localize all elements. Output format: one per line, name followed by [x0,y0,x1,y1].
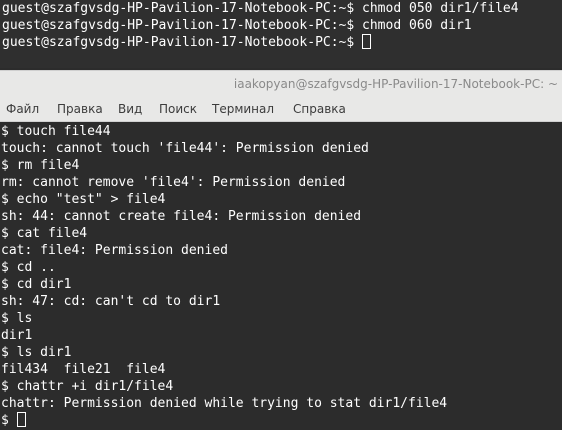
terminal-line: $ ls [1,311,33,326]
menu-search[interactable]: Поиск [159,102,197,116]
prompt-text: $ [1,413,17,428]
terminal-output[interactable]: $ touch file44 touch: cannot touch 'file… [0,122,562,430]
terminal-line: fil434 file21 file4 [1,362,166,377]
terminal-prompt-line[interactable]: $ [1,412,26,429]
terminal-line: $ rm file4 [1,158,80,173]
menu-terminal[interactable]: Терминал [212,102,274,116]
window-title: iaakopyan@szafgvsdg-HP-Pavilion-17-Noteb… [233,77,558,91]
menu-edit[interactable]: Правка [57,102,103,116]
terminal-line: $ echo "test" > file4 [1,192,166,207]
menu-bar: Файл Правка Вид Поиск Терминал Справка [0,98,562,122]
terminal-line: cat: file4: Permission denied [1,243,228,258]
text-cursor [16,412,26,427]
menu-file[interactable]: Файл [6,102,39,116]
terminal-line: $ ls dir1 [1,345,72,360]
terminal-line: sh: 47: cd: can't cd to dir1 [1,294,221,309]
terminal-line: $ cd .. [1,260,56,275]
terminal-window[interactable]: iaakopyan@szafgvsdg-HP-Pavilion-17-Noteb… [0,70,562,430]
terminal-line: touch: cannot touch 'file44': Permission… [1,141,369,156]
terminal-line: $ touch file44 [1,124,111,139]
terminal-line: guest@szafgvsdg-HP-Pavilion-17-Notebook-… [2,1,519,16]
menu-help[interactable]: Справка [293,102,346,116]
terminal-line: guest@szafgvsdg-HP-Pavilion-17-Notebook-… [2,18,472,33]
terminal-line: $ cd dir1 [1,277,72,292]
text-cursor [362,34,372,49]
title-bar[interactable]: iaakopyan@szafgvsdg-HP-Pavilion-17-Noteb… [0,70,562,98]
terminal-line: $ chattr +i dir1/file4 [1,379,174,394]
terminal-line: rm: cannot remove 'file4': Permission de… [1,175,346,190]
prompt-text: guest@szafgvsdg-HP-Pavilion-17-Notebook-… [2,35,363,50]
terminal-line: dir1 [1,328,33,343]
background-terminal-window[interactable]: guest@szafgvsdg-HP-Pavilion-17-Notebook-… [0,0,562,68]
terminal-line: sh: 44: cannot create file4: Permission … [1,209,362,224]
terminal-prompt-line[interactable]: guest@szafgvsdg-HP-Pavilion-17-Notebook-… [2,34,372,51]
menu-view[interactable]: Вид [118,102,142,116]
terminal-line: chattr: Permission denied while trying t… [1,396,448,411]
terminal-line: $ cat file4 [1,226,88,241]
